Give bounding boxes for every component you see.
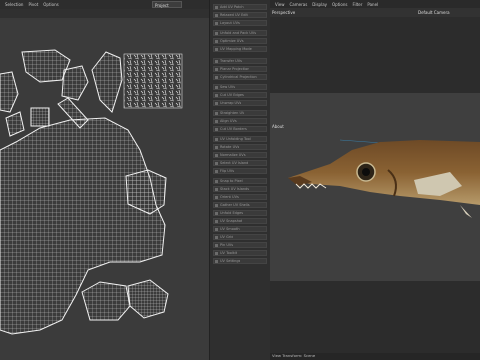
uv-shell-scatter bbox=[123, 53, 183, 109]
uv-shell-square bbox=[30, 107, 50, 127]
side-item[interactable]: Add UV Patch bbox=[213, 4, 267, 10]
uv-menu-pivot[interactable]: Pivot bbox=[28, 2, 38, 7]
tool-icon bbox=[215, 145, 218, 149]
tool-icon bbox=[215, 93, 218, 97]
tool-icon bbox=[215, 219, 218, 223]
side-item[interactable]: Stack UV Islands bbox=[213, 186, 267, 192]
tool-icon bbox=[215, 119, 218, 123]
tool-icon bbox=[215, 179, 218, 183]
tool-icon bbox=[215, 211, 218, 215]
uv-menu-selection[interactable]: Selection bbox=[5, 2, 23, 7]
side-item[interactable]: Normalize UVs bbox=[213, 152, 267, 158]
tool-icon bbox=[215, 259, 218, 263]
tool-icon bbox=[215, 31, 218, 35]
side-item[interactable]: UV Settings bbox=[213, 258, 267, 264]
side-item[interactable]: Straighten UV bbox=[213, 110, 267, 116]
side-item[interactable]: UV Mapping Mode bbox=[213, 46, 267, 52]
tool-icon bbox=[215, 59, 218, 63]
fish-lower-fin bbox=[460, 205, 472, 218]
side-item[interactable]: Unfold and Pack UVs bbox=[213, 30, 267, 36]
uv-shell-bottom-a bbox=[81, 281, 131, 321]
side-item[interactable]: UV Grid bbox=[213, 234, 267, 240]
viewport-status-bar: View Transform: Scene bbox=[270, 353, 480, 360]
tool-icon bbox=[215, 161, 218, 165]
tool-icon bbox=[215, 169, 218, 173]
side-item[interactable]: Layout UVs bbox=[213, 20, 267, 26]
uv-space-dropdown[interactable]: Project bbox=[152, 1, 182, 8]
side-item[interactable]: Relaxed UV Edit bbox=[213, 12, 267, 18]
side-item[interactable]: Cut UV Borders bbox=[213, 126, 267, 132]
uv-toolbar bbox=[0, 9, 209, 18]
side-item[interactable]: Snap to Pixel bbox=[213, 178, 267, 184]
side-item[interactable]: Unfold Edges bbox=[213, 210, 267, 216]
side-item[interactable]: Gather UV Shells bbox=[213, 202, 267, 208]
side-item[interactable]: Align UVs bbox=[213, 118, 267, 124]
tool-icon bbox=[215, 21, 218, 25]
side-panel: Add UV Patch Relaxed UV Edit Layout UVs … bbox=[209, 0, 271, 360]
tool-icon bbox=[215, 111, 218, 115]
tool-icon bbox=[215, 153, 218, 157]
uv-menubar: Selection Pivot Options Project bbox=[0, 0, 209, 9]
side-item[interactable]: Select UV Island bbox=[213, 160, 267, 166]
tool-icon bbox=[215, 137, 218, 141]
tool-icon bbox=[215, 39, 218, 43]
tool-icon bbox=[215, 67, 218, 71]
side-item[interactable]: Cut UV Edges bbox=[213, 92, 267, 98]
side-item[interactable]: Transfer UVs bbox=[213, 58, 267, 64]
side-item[interactable]: Cylindrical Projection bbox=[213, 74, 267, 80]
tool-icon bbox=[215, 227, 218, 231]
side-item[interactable]: Unwrap UVs bbox=[213, 100, 267, 106]
side-item[interactable]: Orient UVs bbox=[213, 194, 267, 200]
side-item[interactable]: UV Snapshot bbox=[213, 218, 267, 224]
tool-icon bbox=[215, 47, 218, 51]
fish-model[interactable] bbox=[270, 0, 480, 360]
tool-icon bbox=[215, 5, 218, 9]
side-item[interactable]: Rotate UVs bbox=[213, 144, 267, 150]
uv-menu-options[interactable]: Options bbox=[43, 2, 58, 7]
side-item[interactable]: UV Smooth bbox=[213, 226, 267, 232]
tool-icon bbox=[215, 101, 218, 105]
side-item[interactable]: Planar Projection bbox=[213, 66, 267, 72]
tool-icon bbox=[215, 243, 218, 247]
fish-pupil bbox=[362, 168, 370, 176]
side-item[interactable]: UV Toolkit bbox=[213, 250, 267, 256]
tool-icon bbox=[215, 251, 218, 255]
tool-icon bbox=[215, 85, 218, 89]
tool-icon bbox=[215, 187, 218, 191]
fish-body bbox=[288, 140, 480, 205]
tool-icon bbox=[215, 203, 218, 207]
tool-icon bbox=[215, 127, 218, 131]
uv-canvas[interactable] bbox=[0, 20, 209, 360]
side-item[interactable]: Flip UVs bbox=[213, 168, 267, 174]
tool-icon bbox=[215, 75, 218, 79]
tool-icon bbox=[215, 13, 218, 17]
side-item[interactable]: UV Unfolding Tool bbox=[213, 136, 267, 142]
side-item[interactable]: Optimize UVs bbox=[213, 38, 267, 44]
side-item[interactable]: Sew UVs bbox=[213, 84, 267, 90]
tool-icon bbox=[215, 195, 218, 199]
side-item[interactable]: Pin UVs bbox=[213, 242, 267, 248]
view-transform-status: View Transform: Scene bbox=[272, 353, 316, 358]
tool-icon bbox=[215, 235, 218, 239]
